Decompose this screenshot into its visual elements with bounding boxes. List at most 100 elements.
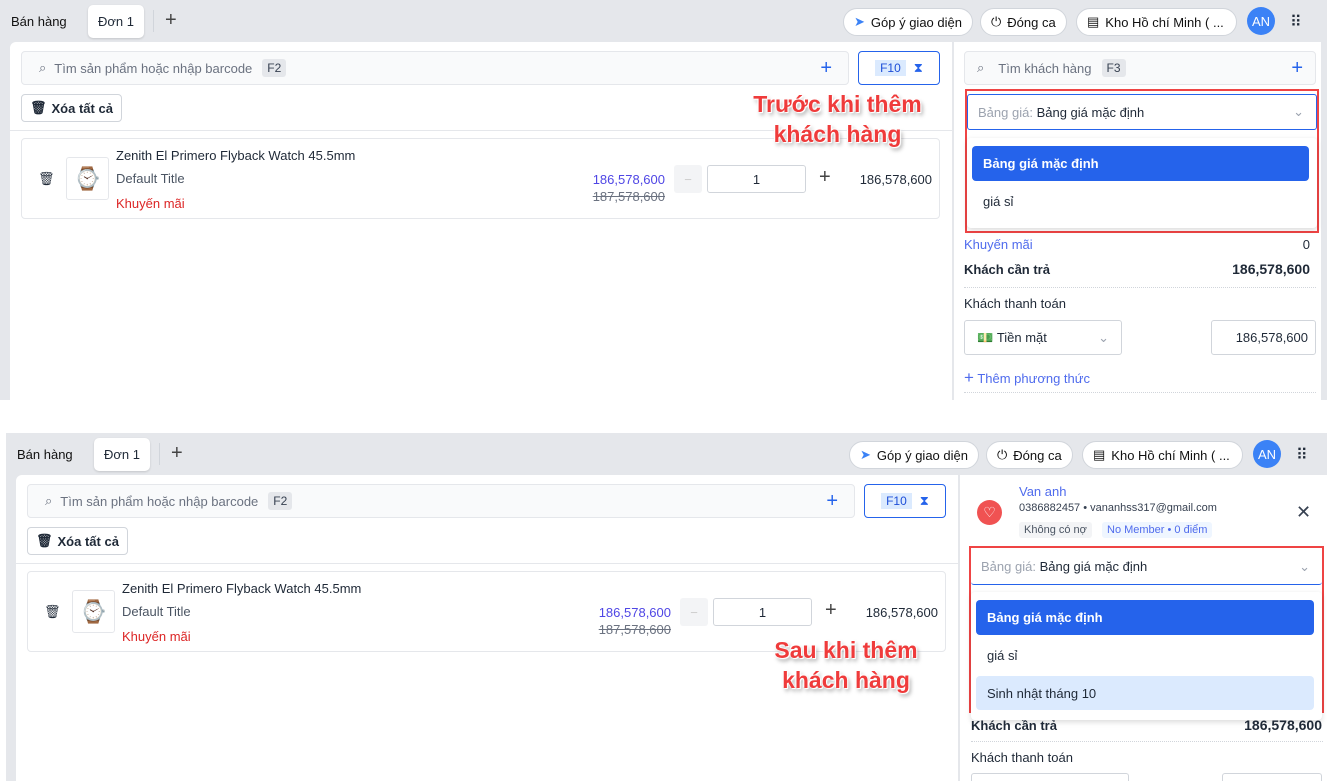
- power-icon: ⏻: [991, 14, 1002, 29]
- qty-input[interactable]: 1: [707, 165, 806, 193]
- feedback-button[interactable]: ➤ Góp ý giao diện: [849, 441, 979, 469]
- clear-all-button[interactable]: 🗑 Xóa tất cả: [27, 527, 128, 555]
- original-price: 187,578,600: [592, 189, 665, 204]
- power-icon: ⏻: [997, 447, 1008, 462]
- close-shift-button[interactable]: ⏻ Đóng ca: [980, 8, 1067, 36]
- add-tab-button[interactable]: +: [171, 442, 183, 465]
- apps-grid-icon[interactable]: ⠿: [1296, 445, 1308, 465]
- price-list-select[interactable]: Bảng giá: Bảng giá mặc định ⌄: [971, 549, 1322, 585]
- add-product-button[interactable]: +: [820, 57, 832, 80]
- amount-due-label: Khách cần trả: [971, 718, 1057, 733]
- app-title: Bán hàng: [11, 14, 67, 29]
- unit-price: 186,578,600: [592, 172, 665, 187]
- payment-method-select[interactable]: 💵 Tiền mặt ⌄: [964, 320, 1122, 355]
- remove-customer-icon[interactable]: ✕: [1296, 502, 1311, 523]
- delete-item-icon[interactable]: 🗑: [44, 604, 61, 620]
- product-search-input[interactable]: ⌕ Tìm sản phẩm hoặc nhập barcode F2 +: [21, 51, 849, 85]
- original-price: 187,578,600: [598, 622, 671, 637]
- amount-due-label: Khách cần trả: [964, 262, 1050, 277]
- store-selector[interactable]: ▤ Kho Hồ chí Minh ( ...: [1076, 8, 1237, 36]
- cart-item: 🗑 ⌚ Zenith El Primero Flyback Watch 45.5…: [21, 138, 940, 219]
- customer-name[interactable]: Van anh: [1019, 484, 1066, 499]
- promo-link[interactable]: Khuyến mãi: [122, 629, 191, 644]
- delete-item-icon[interactable]: 🗑: [38, 171, 55, 187]
- payment-method-select[interactable]: [971, 773, 1129, 781]
- member-badge: No Member • 0 điểm: [1102, 522, 1213, 538]
- product-image: ⌚: [66, 157, 109, 200]
- chevron-down-icon: ⌄: [1293, 104, 1304, 119]
- avatar[interactable]: AN: [1253, 440, 1281, 468]
- chevron-down-icon: ⌄: [1299, 558, 1310, 574]
- product-search-input[interactable]: ⌕ Tìm sản phẩm hoặc nhập barcode F2 +: [27, 484, 855, 518]
- payment-label: Khách thanh toán: [971, 750, 1073, 765]
- price-list-dropdown: Bảng giá mặc định giá sỉ Sinh nhật tháng…: [971, 592, 1322, 720]
- checkout-pane: ⌕ Tìm khách hàng F3 + Bảng giá: Bảng giá m…: [953, 42, 1321, 400]
- clear-all-button[interactable]: 🗑 Xóa tất cả: [21, 94, 122, 122]
- option-default[interactable]: Bảng giá mặc định: [972, 146, 1309, 181]
- store-icon: ▤: [1087, 14, 1100, 29]
- add-customer-button[interactable]: +: [1291, 57, 1303, 80]
- option-default[interactable]: Bảng giá mặc định: [976, 600, 1314, 635]
- send-icon: ➤: [854, 14, 865, 29]
- payment-amount-input[interactable]: [1222, 773, 1322, 781]
- annotation-before: Trước khi thêm khách hàng: [753, 91, 922, 147]
- avatar[interactable]: AN: [1247, 7, 1275, 35]
- store-selector[interactable]: ▤ Kho Hồ chí Minh ( ...: [1082, 441, 1243, 469]
- cart-pane: ⌕ Tìm sản phẩm hoặc nhập barcode F2 + F10 ⧗…: [10, 42, 952, 400]
- qty-input[interactable]: 1: [713, 598, 812, 626]
- divider: [159, 443, 160, 465]
- customer-search-input[interactable]: ⌕ Tìm khách hàng F3 +: [964, 51, 1316, 85]
- plus-icon: +: [964, 368, 974, 387]
- app-title: Bán hàng: [17, 447, 73, 462]
- unit-price: 186,578,600: [598, 605, 671, 620]
- amount-due-value: 186,578,600: [1244, 717, 1322, 733]
- product-name: Zenith El Primero Flyback Watch 45.5mm: [122, 581, 362, 596]
- feedback-button[interactable]: ➤ Góp ý giao diện: [843, 8, 973, 36]
- search-icon: ⌕: [39, 60, 47, 75]
- payment-amount-input[interactable]: 186,578,600: [1211, 320, 1316, 355]
- increase-qty-button[interactable]: +: [825, 599, 837, 622]
- promo-link[interactable]: Khuyến mãi: [116, 196, 185, 211]
- option-wholesale[interactable]: giá sỉ: [976, 638, 1314, 673]
- product-variant: Default Title: [122, 604, 191, 619]
- search-icon: ⌕: [45, 493, 53, 508]
- tab-order-1[interactable]: Đơn 1: [94, 438, 150, 471]
- promo-value: 0: [1302, 237, 1310, 252]
- add-tab-button[interactable]: +: [165, 9, 177, 32]
- divider: [153, 10, 154, 32]
- cash-icon: 💵: [977, 329, 994, 345]
- increase-qty-button[interactable]: +: [819, 166, 831, 189]
- option-wholesale[interactable]: giá sỉ: [972, 184, 1309, 219]
- pos-screen-after: Bán hàng Đơn 1 + ➤ Góp ý giao diện ⏻ Đóng …: [6, 433, 1327, 781]
- chevron-down-icon: ⌄: [1098, 329, 1109, 345]
- option-birthday-october[interactable]: Sinh nhật tháng 10: [976, 676, 1314, 710]
- amount-due-value: 186,578,600: [1232, 261, 1310, 277]
- f10-button[interactable]: F10 ⧗: [858, 51, 940, 85]
- close-shift-button[interactable]: ⏻ Đóng ca: [986, 441, 1073, 469]
- debt-badge: Không có nợ: [1019, 522, 1092, 538]
- hourglass-icon: ⧗: [919, 493, 929, 508]
- add-product-button[interactable]: +: [826, 490, 838, 513]
- tab-order-1[interactable]: Đơn 1: [88, 5, 144, 38]
- divider: [971, 741, 1323, 742]
- annotation-after: Sau khi thêm khách hàng: [774, 637, 918, 693]
- f10-button[interactable]: F10 ⧗: [864, 484, 946, 518]
- divider: [16, 563, 958, 564]
- line-total: 186,578,600: [865, 605, 938, 620]
- line-total: 186,578,600: [859, 172, 932, 187]
- hourglass-icon: ⧗: [913, 60, 923, 75]
- decrease-qty-button[interactable]: −: [674, 165, 702, 193]
- customer-contact: 0386882457 • vananhss317@gmail.com: [1019, 502, 1217, 514]
- trash-icon: 🗑: [36, 533, 53, 548]
- search-icon: ⌕: [977, 60, 985, 75]
- decrease-qty-button[interactable]: −: [680, 598, 708, 626]
- promo-link[interactable]: Khuyến mãi: [964, 237, 1033, 252]
- pos-screen-before: Bán hàng Đơn 1 + ➤ Góp ý giao diện ⏻ Đóng …: [0, 0, 1327, 400]
- price-list-select[interactable]: Bảng giá: Bảng giá mặc định ⌄: [967, 94, 1317, 130]
- product-name: Zenith El Primero Flyback Watch 45.5mm: [116, 148, 356, 163]
- cart-pane: ⌕ Tìm sản phẩm hoặc nhập barcode F2 + F10 ⧗…: [16, 475, 958, 781]
- send-icon: ➤: [860, 447, 871, 462]
- apps-grid-icon[interactable]: ⠿: [1290, 12, 1302, 32]
- add-payment-method-button[interactable]: + Thêm phương thức: [964, 368, 1090, 388]
- checkout-pane: ♡ Van anh 0386882457 • vananhss317@gmail…: [959, 475, 1327, 781]
